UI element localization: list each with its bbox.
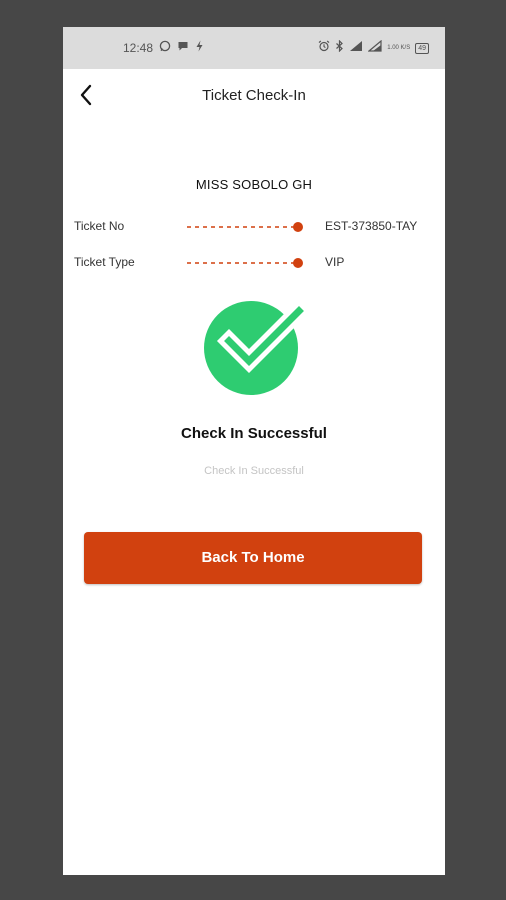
battery-indicator: 49 <box>415 42 429 54</box>
signal-icon <box>349 40 363 56</box>
app-header: Ticket Check-In <box>63 69 445 125</box>
page-title: Ticket Check-In <box>202 87 306 104</box>
chat-icon <box>177 40 189 56</box>
status-right: 1.00 K/S 49 <box>318 39 429 56</box>
status-bar: 12:48 1.00 K/S 49 <box>63 27 445 69</box>
battery-level: 49 <box>418 44 426 52</box>
ticket-type-value: VIP <box>325 255 345 269</box>
ticket-type-label: Ticket Type <box>74 255 135 269</box>
phone-screen: 12:48 1.00 K/S 49 Ticket Check-In MISS S… <box>63 27 445 875</box>
status-left: 12:48 <box>123 40 204 56</box>
ticket-no-row: Ticket No EST-373850-TAY <box>63 216 445 236</box>
ticket-no-label: Ticket No <box>74 219 125 233</box>
success-subtitle: Check In Successful <box>204 465 304 477</box>
bluetooth-icon <box>335 39 344 56</box>
network-speed: 1.00 K/S <box>387 45 411 51</box>
success-title: Check In Successful <box>181 425 327 442</box>
back-to-home-button[interactable]: Back To Home <box>84 532 422 584</box>
dotted-connector <box>187 220 305 232</box>
ticket-type-row: Ticket Type VIP <box>63 252 445 272</box>
status-time: 12:48 <box>123 41 154 55</box>
check-circle-icon <box>203 297 312 397</box>
wifi-signal-icon <box>367 39 382 56</box>
whatsapp-icon <box>159 40 171 56</box>
event-name: MISS SOBOLO GH <box>195 177 313 192</box>
ticket-no-value: EST-373850-TAY <box>325 219 418 233</box>
dotted-connector <box>187 256 305 268</box>
alarm-icon <box>318 40 330 56</box>
flash-icon <box>195 40 204 56</box>
